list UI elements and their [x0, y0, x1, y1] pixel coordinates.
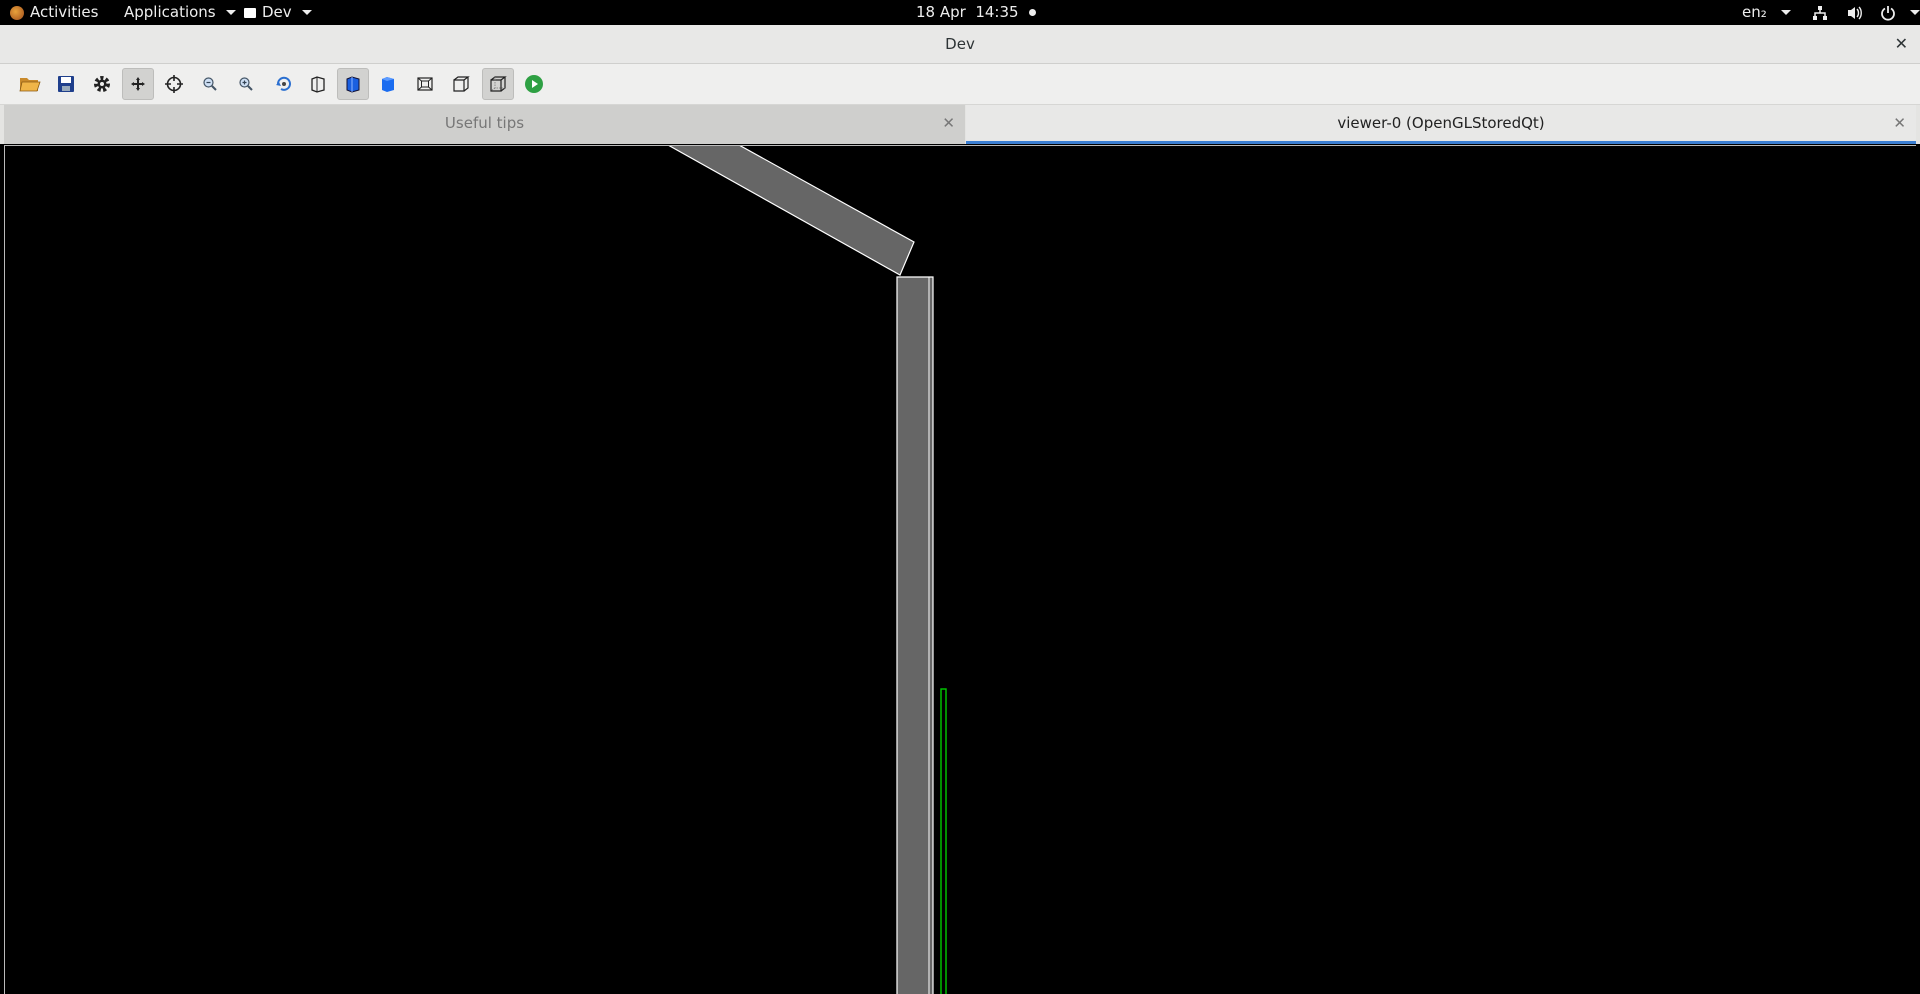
- clock-label: 18 Apr 14:35: [916, 3, 1019, 21]
- move-tool-button[interactable]: [122, 68, 154, 100]
- save-icon: [58, 76, 74, 92]
- run-button[interactable]: [518, 68, 550, 100]
- zoom-out-button[interactable]: [194, 68, 226, 100]
- tab-useful-tips[interactable]: Useful tips ✕: [4, 105, 965, 144]
- app-menu-label: Dev: [262, 3, 292, 21]
- chevron-down-icon: [301, 10, 312, 15]
- gnome-foot-icon: [10, 5, 24, 20]
- pick-tool-button[interactable]: [158, 68, 190, 100]
- tab-label: Useful tips: [444, 114, 525, 132]
- applications-menu[interactable]: Applications: [124, 0, 236, 25]
- solid-view-icon: [346, 76, 360, 93]
- run-icon: [525, 75, 543, 93]
- window-icon: [244, 7, 256, 18]
- activities-label: Activities: [30, 3, 99, 21]
- power-icon: [1881, 5, 1895, 21]
- tab-close-button[interactable]: ✕: [942, 105, 955, 141]
- keyboard-layout-menu[interactable]: en₂: [1742, 0, 1791, 25]
- volume-icon: [1848, 6, 1862, 19]
- window-title: Dev: [945, 35, 975, 53]
- hidden-line-box-icon: [490, 76, 507, 92]
- chevron-down-icon: [225, 10, 236, 15]
- ortho-box-icon: [453, 76, 470, 92]
- chevron-down-icon: [1780, 10, 1791, 15]
- angled-beam: [668, 146, 915, 276]
- rotate-button[interactable]: [268, 68, 300, 100]
- app-menu[interactable]: Dev: [244, 0, 312, 25]
- keyboard-layout-label: en₂: [1742, 3, 1767, 21]
- system-menu[interactable]: [1812, 0, 1920, 25]
- settings-gear-icon: [94, 76, 110, 92]
- system-top-bar: Activities Applications Dev 18 Apr 14:35…: [0, 0, 1920, 25]
- activities-button[interactable]: Activities: [10, 0, 98, 25]
- tab-close-button[interactable]: ✕: [1893, 105, 1906, 141]
- toolbar: [0, 64, 1920, 105]
- wireframe-view-icon: [311, 76, 325, 93]
- tab-bar: Useful tips ✕ viewer-0 (OpenGLStoredQt) …: [0, 105, 1920, 144]
- solid-blue-view-icon: [382, 77, 394, 92]
- vertical-column: [896, 276, 934, 994]
- zoom-out-icon: [203, 77, 217, 91]
- opengl-viewer-canvas[interactable]: [4, 145, 1916, 994]
- clock[interactable]: 18 Apr 14:35: [916, 0, 1036, 25]
- chevron-down-icon: [1910, 10, 1920, 15]
- window-titlebar: Dev ✕: [0, 25, 1920, 64]
- solid-view-button[interactable]: [337, 68, 369, 100]
- perspective-view-button[interactable]: [409, 68, 441, 100]
- hidden-line-view-button[interactable]: [482, 68, 514, 100]
- notification-dot-icon: [1028, 9, 1036, 16]
- pick-crosshair-icon: [165, 75, 183, 93]
- zoom-in-button[interactable]: [230, 68, 262, 100]
- network-icon: [1813, 5, 1827, 20]
- move-icon: [131, 77, 145, 91]
- perspective-box-icon: [417, 77, 433, 91]
- rotate-icon: [276, 76, 291, 91]
- applications-label: Applications: [124, 3, 216, 21]
- solid-blue-view-button[interactable]: [372, 68, 404, 100]
- trajectory-track: [940, 688, 947, 994]
- scene-geometry: [668, 146, 947, 994]
- zoom-in-icon: [239, 77, 253, 91]
- open-folder-icon: [19, 78, 41, 92]
- save-button[interactable]: [50, 68, 82, 100]
- wireframe-view-button[interactable]: [302, 68, 334, 100]
- tab-label: viewer-0 (OpenGLStoredQt): [1337, 114, 1545, 132]
- window-close-button[interactable]: ✕: [1895, 25, 1908, 63]
- tab-viewer-0[interactable]: viewer-0 (OpenGLStoredQt) ✕: [966, 105, 1916, 144]
- settings-button[interactable]: [86, 68, 118, 100]
- open-button[interactable]: [14, 68, 46, 100]
- ortho-view-button[interactable]: [445, 68, 477, 100]
